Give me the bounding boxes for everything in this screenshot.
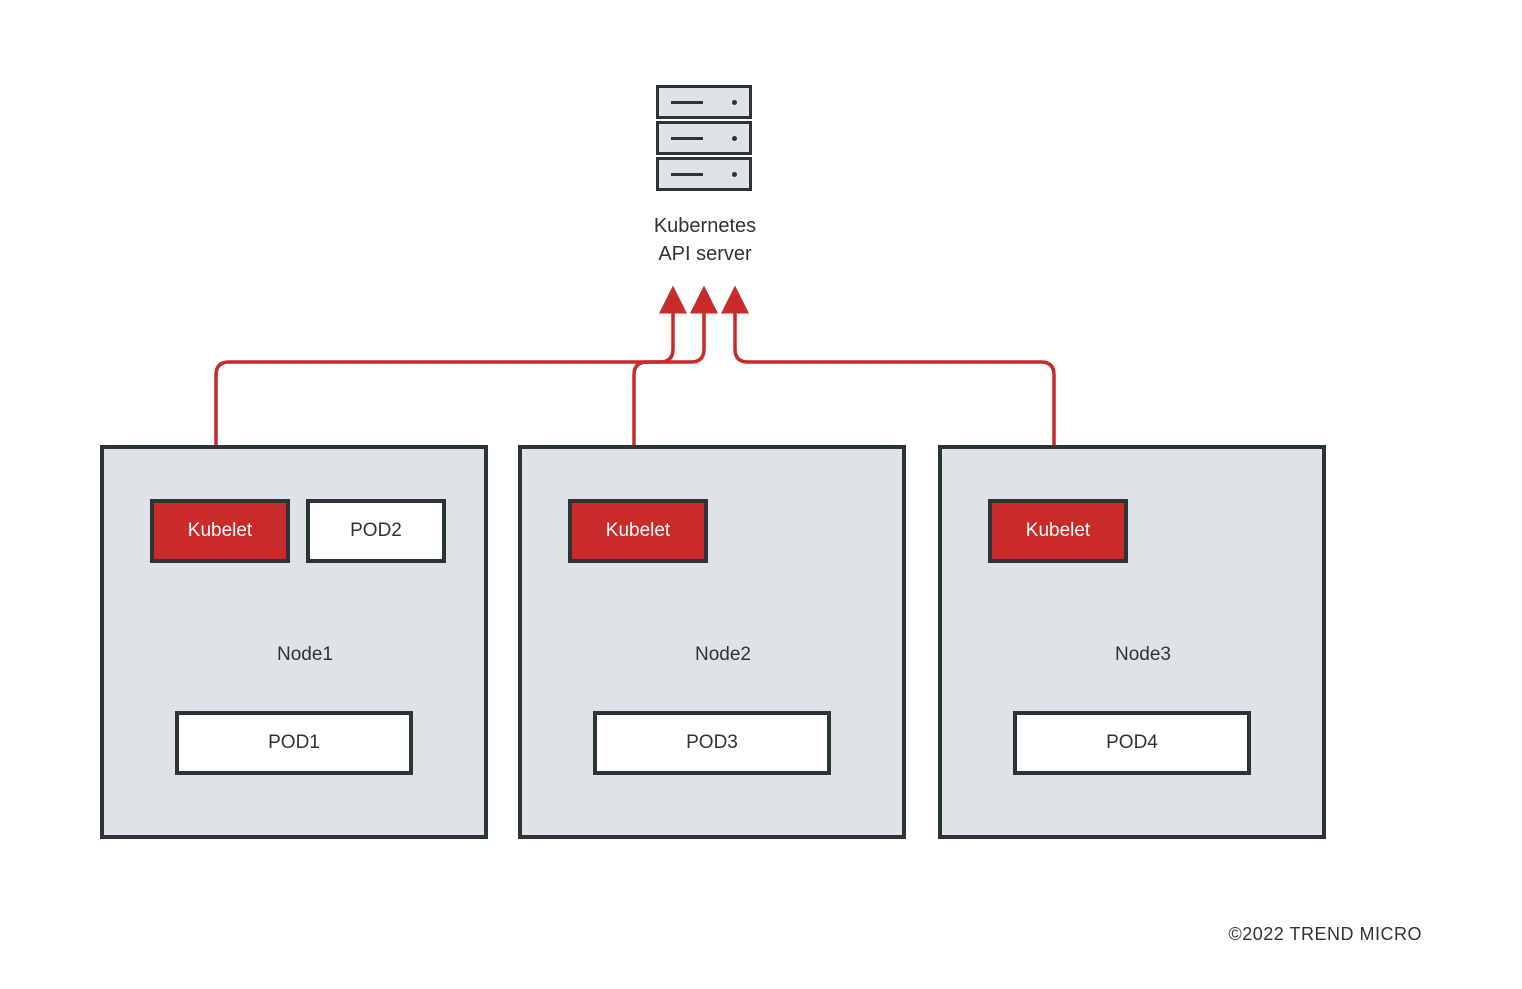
kubelet-box-3: Kubelet: [988, 499, 1128, 563]
kubernetes-architecture-diagram: Kubernetes API server Kubelet POD2 No: [0, 0, 1522, 989]
node-2-container: Kubelet Node2 POD3: [518, 445, 906, 839]
node-label-3: Node3: [1115, 644, 1171, 666]
copyright-text: ©2022 TREND MICRO: [1229, 924, 1422, 945]
node-label-1: Node1: [277, 644, 333, 666]
kubelet-box-2: Kubelet: [568, 499, 708, 563]
kubelet-label: Kubelet: [188, 520, 252, 542]
api-server-label: Kubernetes API server: [640, 212, 770, 268]
pod2-box: POD2: [306, 499, 446, 563]
kubelet-label: Kubelet: [1026, 520, 1090, 542]
node-1-container: Kubelet POD2 Node1 POD1: [100, 445, 488, 839]
pod4-box: POD4: [1013, 711, 1251, 775]
kubelet-box-1: Kubelet: [150, 499, 290, 563]
node-3-container: Kubelet Node3 POD4: [938, 445, 1326, 839]
pod-label: POD4: [1106, 732, 1158, 754]
pod3-box: POD3: [593, 711, 831, 775]
kubelet-label: Kubelet: [606, 520, 670, 542]
server-icon: [656, 85, 752, 191]
pod-label: POD3: [686, 732, 738, 754]
node-label-2: Node2: [695, 644, 751, 666]
pod1-box: POD1: [175, 711, 413, 775]
pod-label: POD1: [268, 732, 320, 754]
pod-label: POD2: [350, 520, 402, 542]
